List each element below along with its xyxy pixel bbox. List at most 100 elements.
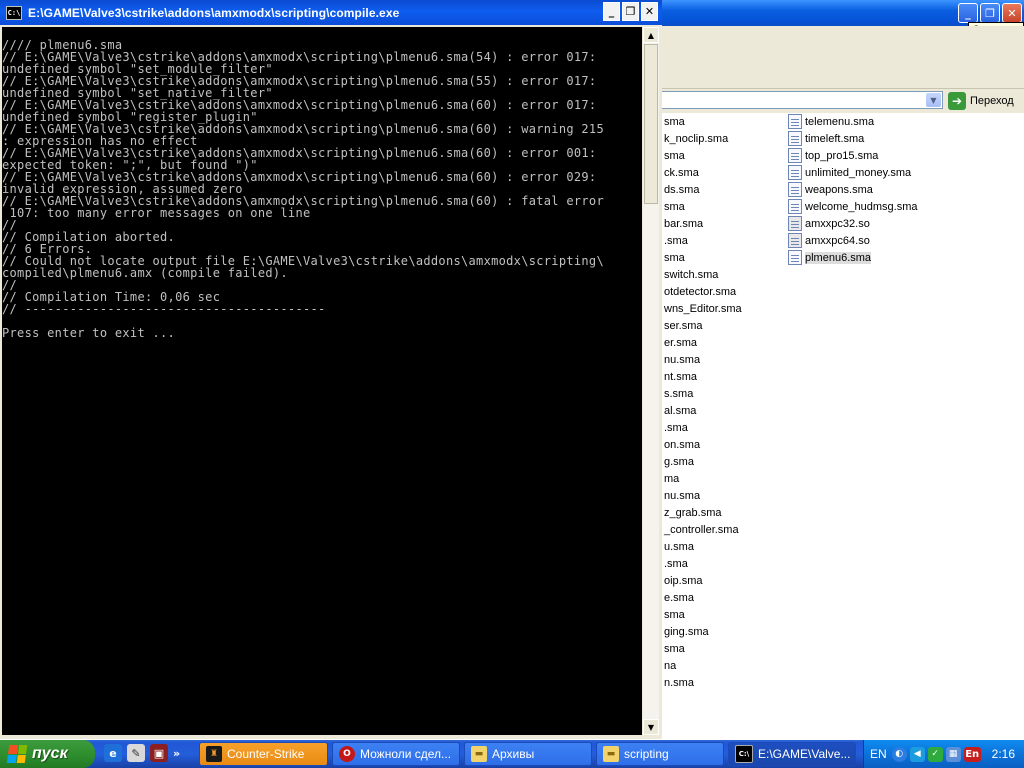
go-button[interactable]: ➔ Переход <box>948 91 1014 111</box>
display-icon[interactable]: ▦ <box>945 746 961 762</box>
file-item[interactable]: welcome_hudmsg.sma <box>788 198 918 215</box>
file-name: on.sma <box>664 438 701 451</box>
sma-file-icon <box>788 131 802 146</box>
file-item[interactable]: amxxpc64.so <box>788 232 870 249</box>
scroll-up-icon[interactable]: ▲ <box>643 27 659 43</box>
opera-icon: O <box>339 746 355 762</box>
keyboard-layout-icon[interactable]: En <box>963 746 981 762</box>
system-tray: EN ◐ ◀ ✓ ▦ En 2:16 <box>863 740 1024 768</box>
console-minimize-button[interactable]: _ <box>603 2 620 21</box>
file-item[interactable]: ser.sma <box>664 317 703 334</box>
task-scripting-folder[interactable]: ▬ scripting <box>596 742 724 766</box>
file-name: ck.sma <box>664 166 699 179</box>
file-name: e.sma <box>664 591 694 604</box>
file-item[interactable]: timeleft.sma <box>788 130 864 147</box>
start-button[interactable]: пуск <box>0 740 95 768</box>
volume-icon[interactable]: ◀ <box>909 746 925 762</box>
console-scrollbar[interactable]: ▲ ▼ <box>643 27 659 735</box>
file-name: welcome_hudmsg.sma <box>805 200 918 213</box>
file-item[interactable]: nt.sma <box>664 368 697 385</box>
file-name: ser.sma <box>664 319 703 332</box>
file-name: sma <box>664 251 685 264</box>
quick-launch: e ✎ ▣ » <box>104 744 180 762</box>
console-title: E:\GAME\Valve3\cstrike\addons\amxmodx\sc… <box>28 5 400 20</box>
sma-file-icon <box>788 250 802 265</box>
file-name: plmenu6.sma <box>805 251 872 264</box>
file-item[interactable]: sma <box>664 640 685 657</box>
chevron-down-icon[interactable]: ▼ <box>926 93 941 107</box>
file-name: .sma <box>664 557 688 570</box>
file-item[interactable]: oip.sma <box>664 572 703 589</box>
file-name: amxxpc64.so <box>805 234 870 247</box>
file-item[interactable]: al.sma <box>664 402 696 419</box>
network-icon[interactable]: ◐ <box>891 746 907 762</box>
file-item[interactable]: n.sma <box>664 674 694 691</box>
file-name: .sma <box>664 234 688 247</box>
task-compile-console[interactable]: C:\ E:\GAME\Valve... <box>728 742 856 766</box>
file-item[interactable]: _controller.sma <box>664 521 739 538</box>
minimize-button[interactable]: _ <box>958 3 978 23</box>
file-item[interactable]: amxxpc32.so <box>788 215 870 232</box>
file-item[interactable]: nu.sma <box>664 487 700 504</box>
console-close-button[interactable]: ✕ <box>641 2 658 21</box>
file-item[interactable]: unlimited_money.sma <box>788 164 911 181</box>
file-item[interactable]: weapons.sma <box>788 181 873 198</box>
console-maximize-button[interactable]: ❐ <box>622 2 639 21</box>
console-output-area[interactable]: //// plmenu6.sma // E:\GAME\Valve3\cstri… <box>2 27 642 735</box>
file-item[interactable]: e.sma <box>664 589 694 606</box>
notepad-icon[interactable]: ✎ <box>127 744 145 762</box>
file-item[interactable]: k_noclip.sma <box>664 130 728 147</box>
task-counter-strike[interactable]: ♜ Counter-Strike <box>199 742 328 766</box>
file-item[interactable]: sma <box>664 249 685 266</box>
console-title-bar[interactable]: C:\ E:\GAME\Valve3\cstrike\addons\amxmod… <box>0 0 662 25</box>
antivirus-icon[interactable]: ✓ <box>927 746 943 762</box>
file-item[interactable]: u.sma <box>664 538 694 555</box>
media-icon[interactable]: ▣ <box>150 744 168 762</box>
file-item[interactable]: er.sma <box>664 334 697 351</box>
file-name: sma <box>664 149 685 162</box>
file-item[interactable]: top_pro15.sma <box>788 147 878 164</box>
file-item[interactable]: g.sma <box>664 453 694 470</box>
file-item[interactable]: bar.sma <box>664 215 703 232</box>
file-item[interactable]: z_grab.sma <box>664 504 721 521</box>
file-item[interactable]: sma <box>664 606 685 623</box>
file-item[interactable]: telemenu.sma <box>788 113 874 130</box>
file-name: weapons.sma <box>805 183 873 196</box>
file-item-selected[interactable]: plmenu6.sma <box>788 249 872 266</box>
file-item[interactable]: ds.sma <box>664 181 699 198</box>
file-item[interactable]: .sma <box>664 555 688 572</box>
file-name: sma <box>664 642 685 655</box>
file-item[interactable]: ck.sma <box>664 164 699 181</box>
file-item[interactable]: sma <box>664 198 685 215</box>
internet-explorer-icon[interactable]: e <box>104 744 122 762</box>
file-item[interactable]: sma <box>664 147 685 164</box>
file-item[interactable]: sma <box>664 113 685 130</box>
file-item[interactable]: switch.sma <box>664 266 718 283</box>
file-item[interactable]: ma <box>664 470 679 487</box>
file-item[interactable]: s.sma <box>664 385 693 402</box>
file-item[interactable]: .sma <box>664 232 688 249</box>
scroll-thumb[interactable] <box>644 44 658 204</box>
task-archives-folder[interactable]: ▬ Архивы <box>464 742 592 766</box>
file-item[interactable]: otdetector.sma <box>664 283 736 300</box>
file-item[interactable]: ging.sma <box>664 623 709 640</box>
file-name: g.sma <box>664 455 694 468</box>
clock[interactable]: 2:16 <box>992 747 1015 761</box>
task-opera[interactable]: O Можноли сдел... <box>332 742 460 766</box>
so-file-icon <box>788 233 802 248</box>
close-button[interactable]: ✕ <box>1002 3 1022 23</box>
file-name: _controller.sma <box>664 523 739 536</box>
file-name: sma <box>664 200 685 213</box>
file-item[interactable]: wns_Editor.sma <box>664 300 742 317</box>
file-name: ds.sma <box>664 183 700 196</box>
folder-icon: ▬ <box>471 746 487 762</box>
scroll-down-icon[interactable]: ▼ <box>643 719 659 735</box>
file-item[interactable]: nu.sma <box>664 351 700 368</box>
file-item[interactable]: on.sma <box>664 436 700 453</box>
chevron-more-icon[interactable]: » <box>173 747 180 760</box>
restore-button[interactable]: ❐ <box>980 3 1000 23</box>
address-input[interactable]: ▼ <box>660 91 943 109</box>
file-item[interactable]: na <box>664 657 676 674</box>
language-indicator[interactable]: EN <box>870 747 887 761</box>
file-item[interactable]: .sma <box>664 419 688 436</box>
